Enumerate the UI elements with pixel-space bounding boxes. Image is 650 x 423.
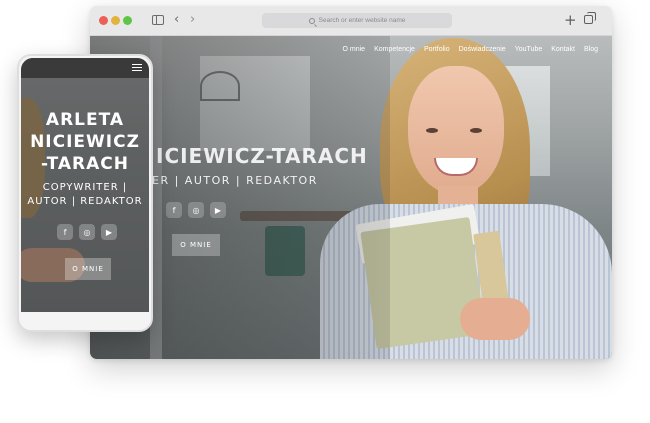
minimize-window-button[interactable] <box>111 16 120 25</box>
phone-hero-subtitle-line1: COPYWRITER | <box>42 182 128 193</box>
close-window-button[interactable] <box>99 16 108 25</box>
hero-subtitle: ER | AUTOR | REDAKTOR <box>152 174 318 187</box>
mockup-stage: ‹ › Search or enter website name + O mni… <box>0 0 650 423</box>
address-placeholder: Search or enter website name <box>318 17 406 24</box>
address-bar[interactable]: Search or enter website name <box>262 13 452 28</box>
portrait-face <box>408 66 504 194</box>
instagram-icon[interactable]: ◎ <box>79 224 95 240</box>
nav-link-doswiadczenie[interactable]: Doświadczenie <box>459 46 506 53</box>
nav-link-kompetencje[interactable]: Kompetencje <box>374 46 415 53</box>
youtube-icon[interactable]: ▶ <box>210 202 226 218</box>
about-me-button[interactable]: O MNIE <box>172 234 220 256</box>
zoom-window-button[interactable] <box>123 16 132 25</box>
mobile-phone-mockup: ARLETA NICIEWICZ -TARACH COPYWRITER | AU… <box>17 54 153 332</box>
back-icon[interactable]: ‹ <box>174 12 179 27</box>
portrait-hand <box>460 298 530 340</box>
sidebar-icon[interactable] <box>152 15 164 25</box>
tabs-icon[interactable] <box>584 12 596 24</box>
facebook-icon[interactable]: f <box>166 202 182 218</box>
youtube-icon[interactable]: ▶ <box>101 224 117 240</box>
portrait-smile <box>434 158 478 176</box>
phone-hero-name-line1: ARLETA <box>45 110 125 130</box>
phone-hero-subtitle-line2: AUTOR | REDAKTOR <box>27 196 143 207</box>
social-links: f ◎ ▶ <box>166 202 226 218</box>
hero-name: ICIEWICZ-TARACH <box>156 144 368 168</box>
nav-link-kontakt[interactable]: Kontakt <box>551 46 575 53</box>
nav-link-youtube[interactable]: YouTube <box>515 46 543 53</box>
hamburger-menu-icon[interactable] <box>132 64 142 71</box>
phone-bezel-bottom <box>19 312 151 330</box>
facebook-icon[interactable]: f <box>57 224 73 240</box>
portrait-eye <box>426 128 438 133</box>
instagram-icon[interactable]: ◎ <box>188 202 204 218</box>
forward-icon[interactable]: › <box>190 12 195 27</box>
portrait-eye <box>470 128 482 133</box>
phone-about-me-button[interactable]: O MNIE <box>65 258 111 280</box>
phone-header-bar <box>21 58 149 78</box>
phone-hero-name-line2: NICIEWICZ <box>30 132 140 152</box>
plus-icon[interactable]: + <box>564 11 577 29</box>
nav-link-blog[interactable]: Blog <box>584 46 598 53</box>
nav-link-portfolio[interactable]: Portfolio <box>424 46 450 53</box>
search-icon <box>308 17 315 24</box>
website-viewport: O mnie Kompetencje Portfolio Doświadczen… <box>90 36 612 359</box>
desktop-browser-window: ‹ › Search or enter website name + O mni… <box>90 6 612 359</box>
nav-link-o-mnie[interactable]: O mnie <box>343 46 366 53</box>
phone-hero-name-line3: -TARACH <box>41 154 129 174</box>
phone-social-links: f ◎ ▶ <box>57 224 117 240</box>
browser-toolbar: ‹ › Search or enter website name + <box>90 6 612 36</box>
site-navigation: O mnie Kompetencje Portfolio Doświadczen… <box>343 46 598 53</box>
phone-screen: ARLETA NICIEWICZ -TARACH COPYWRITER | AU… <box>21 58 149 314</box>
